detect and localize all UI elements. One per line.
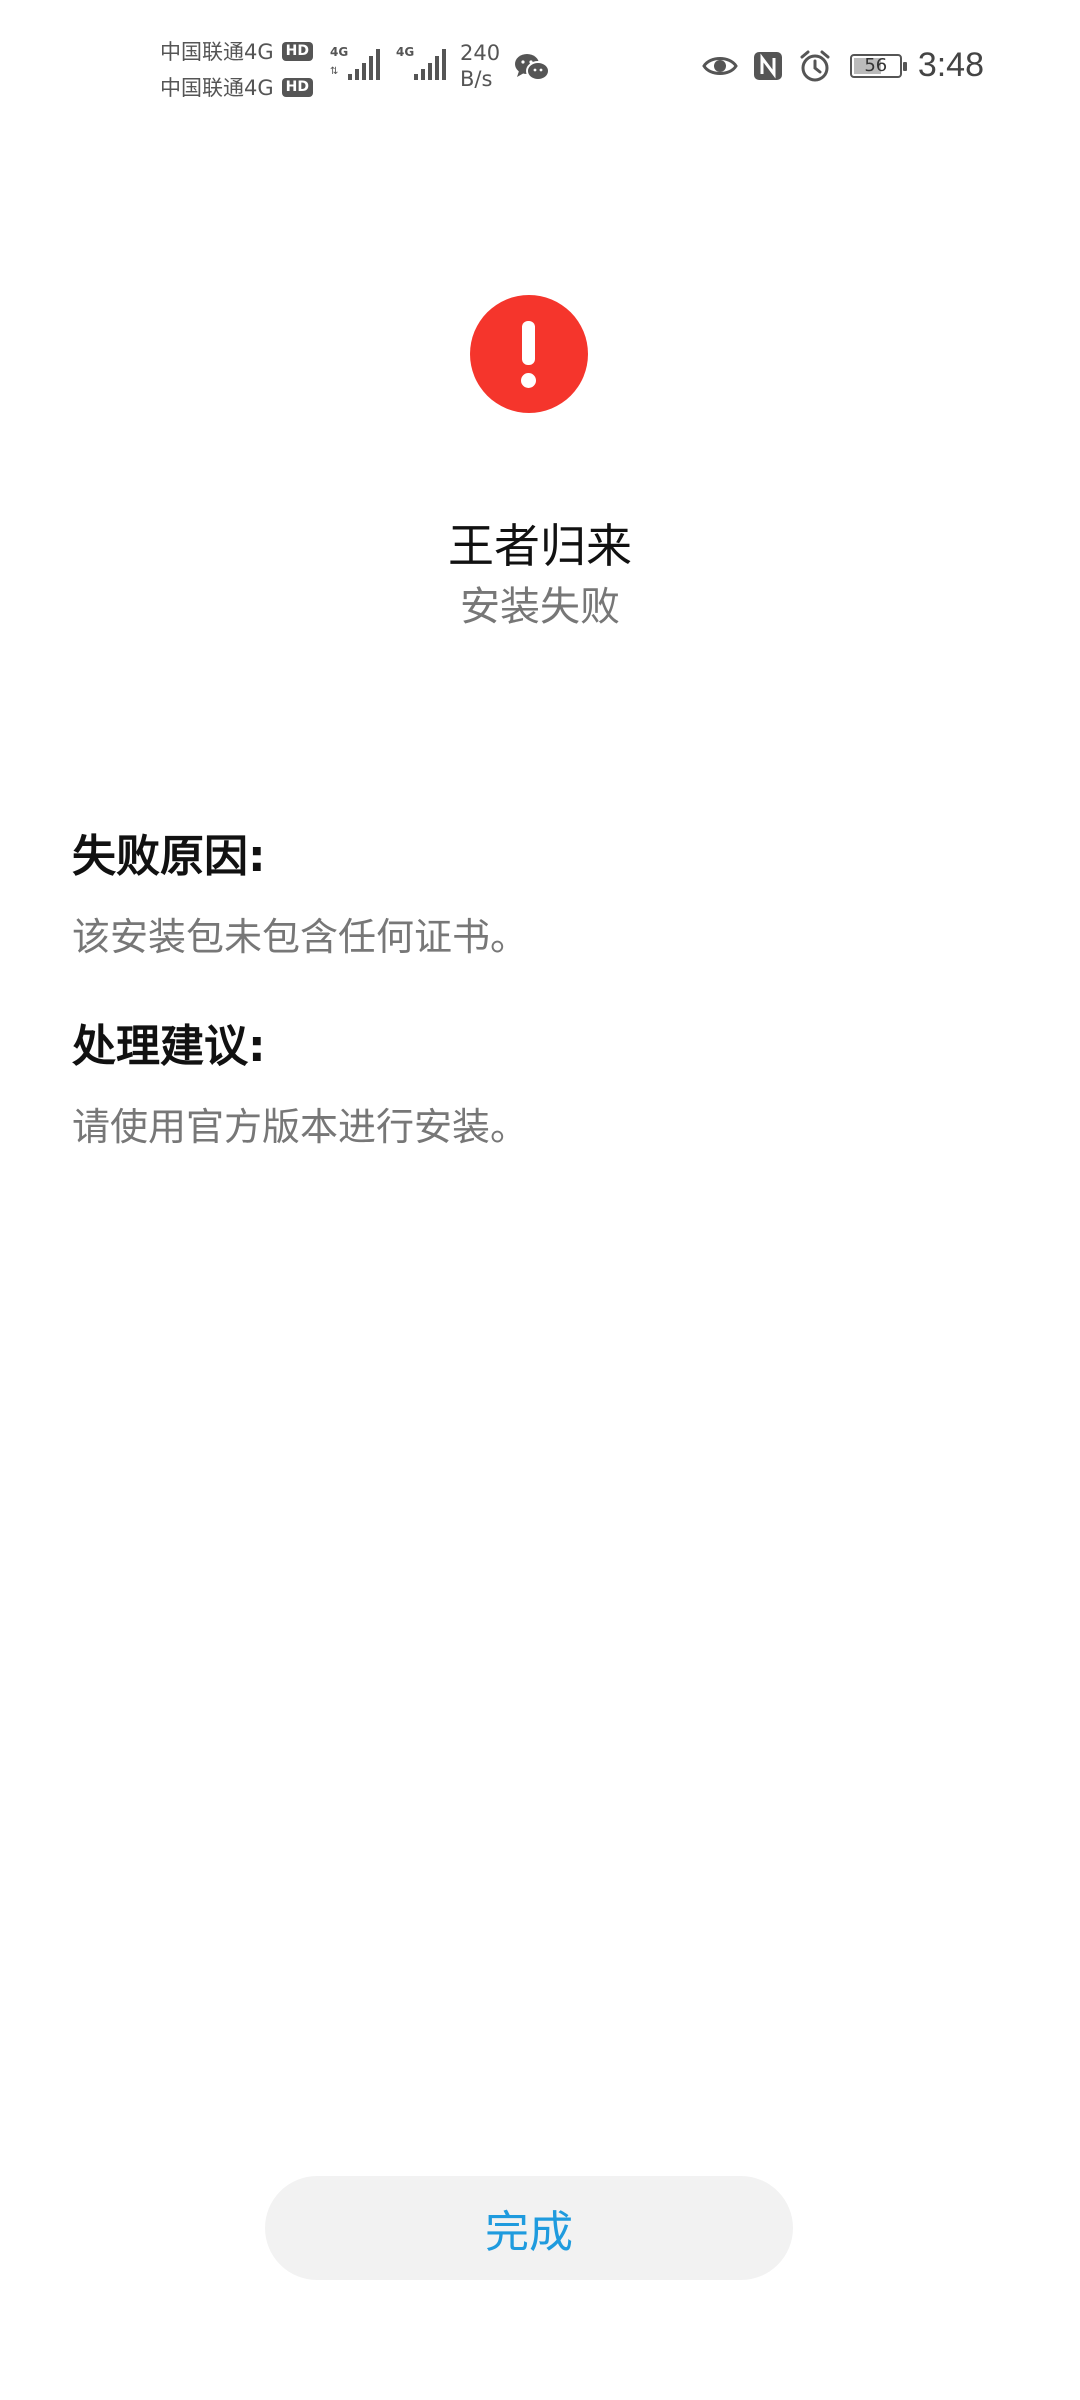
network-speed-value: 240 — [460, 41, 501, 65]
exclamation-dot — [521, 373, 536, 388]
svg-text:4G: 4G — [396, 45, 414, 59]
hd-badge: HD — [281, 77, 313, 97]
suggestion-title: 处理建议: — [72, 1021, 266, 1072]
screen: 中国联通4G HD 中国联通4G HD 4G ⇅ 4G 240 B/s 56 3… — [0, 0, 1080, 2400]
hd-badge: HD — [281, 41, 313, 61]
status-icons-right: 56 3:48 — [688, 46, 984, 85]
eye-icon — [702, 52, 738, 80]
alarm-icon — [798, 49, 832, 83]
failure-reason-title: 失败原因: — [72, 831, 266, 882]
failure-reason-text: 该安装包未包含任何证书。 — [72, 915, 529, 959]
signal-4g-icon: 4G — [396, 44, 452, 86]
svg-text:4G: 4G — [330, 45, 348, 59]
install-status: 安装失败 — [460, 584, 620, 630]
network-speed: 240 B/s — [460, 40, 500, 92]
battery-level: 56 — [864, 55, 888, 76]
carrier-1-label: 中国联通4G — [160, 40, 274, 64]
clock: 3:48 — [917, 46, 984, 84]
nfc-icon — [752, 50, 784, 82]
carrier-2-label: 中国联通4G — [160, 76, 274, 100]
network-speed-unit: B/s — [460, 67, 493, 91]
svg-text:⇅: ⇅ — [330, 66, 338, 77]
exclamation-bar — [522, 321, 535, 365]
signal-4g-icon: 4G ⇅ — [330, 44, 386, 86]
suggestion-text: 请使用官方版本进行安装。 — [72, 1105, 529, 1149]
error-icon — [470, 295, 588, 413]
carrier-1: 中国联通4G HD — [160, 36, 313, 66]
carrier-2: 中国联通4G HD — [160, 72, 313, 102]
app-name: 王者归来 — [448, 519, 632, 573]
done-button[interactable]: 完成 — [265, 2176, 793, 2280]
battery-icon: 56 — [849, 53, 907, 78]
wechat-icon — [514, 52, 550, 86]
status-bar: 中国联通4G HD 中国联通4G HD 4G ⇅ 4G 240 B/s 56 3… — [0, 0, 1080, 132]
